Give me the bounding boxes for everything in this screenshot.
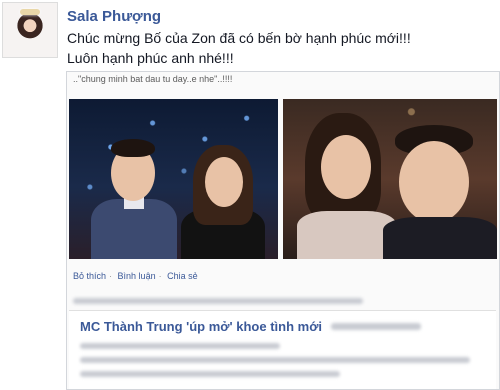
woman-sweater — [297, 211, 397, 259]
woman-face — [205, 157, 243, 207]
share-link[interactable]: Chia sẻ — [167, 271, 198, 281]
post-message-line-1: Chúc mừng Bố của Zon đã có bến bờ hạnh p… — [67, 30, 411, 46]
shared-post-card: .."chung minh bat dau tu day..e nhe"..!!… — [66, 71, 500, 390]
author-avatar[interactable] — [2, 2, 58, 58]
blurred-article-source — [331, 323, 421, 330]
post-author-name[interactable]: Sala Phượng — [67, 8, 161, 25]
man-hair — [111, 139, 155, 157]
man-face-selfie — [399, 141, 469, 223]
blurred-likes-row — [73, 298, 363, 304]
post-message-line-2: Luôn hạnh phúc anh nhé!!! — [67, 50, 234, 66]
article-title[interactable]: MC Thành Trung 'úp mở' khoe tình mới — [80, 319, 322, 334]
action-separator: · — [158, 271, 162, 281]
linked-article-preview[interactable]: MC Thành Trung 'úp mở' khoe tình mới — [69, 310, 496, 389]
woman-face-selfie — [321, 135, 371, 199]
post-message: Chúc mừng Bố của Zon đã có bến bờ hạnh p… — [67, 28, 487, 68]
tiara-decoration — [20, 9, 40, 15]
man-jacket — [383, 217, 497, 259]
like-link[interactable]: Bỏ thích — [73, 271, 106, 281]
comment-link[interactable]: Bình luận — [118, 271, 156, 281]
blurred-article-line-2 — [80, 357, 470, 363]
photo-couple-club[interactable] — [69, 99, 278, 259]
shared-post-caption: .."chung minh bat dau tu day..e nhe"..!!… — [73, 74, 233, 84]
photo-couple-selfie[interactable] — [283, 99, 497, 259]
blurred-article-line-1 — [80, 343, 280, 349]
blurred-article-line-3 — [80, 371, 340, 377]
action-separator: · — [109, 271, 113, 281]
shared-post-actions: Bỏ thích · Bình luận · Chia sẻ — [73, 271, 201, 281]
